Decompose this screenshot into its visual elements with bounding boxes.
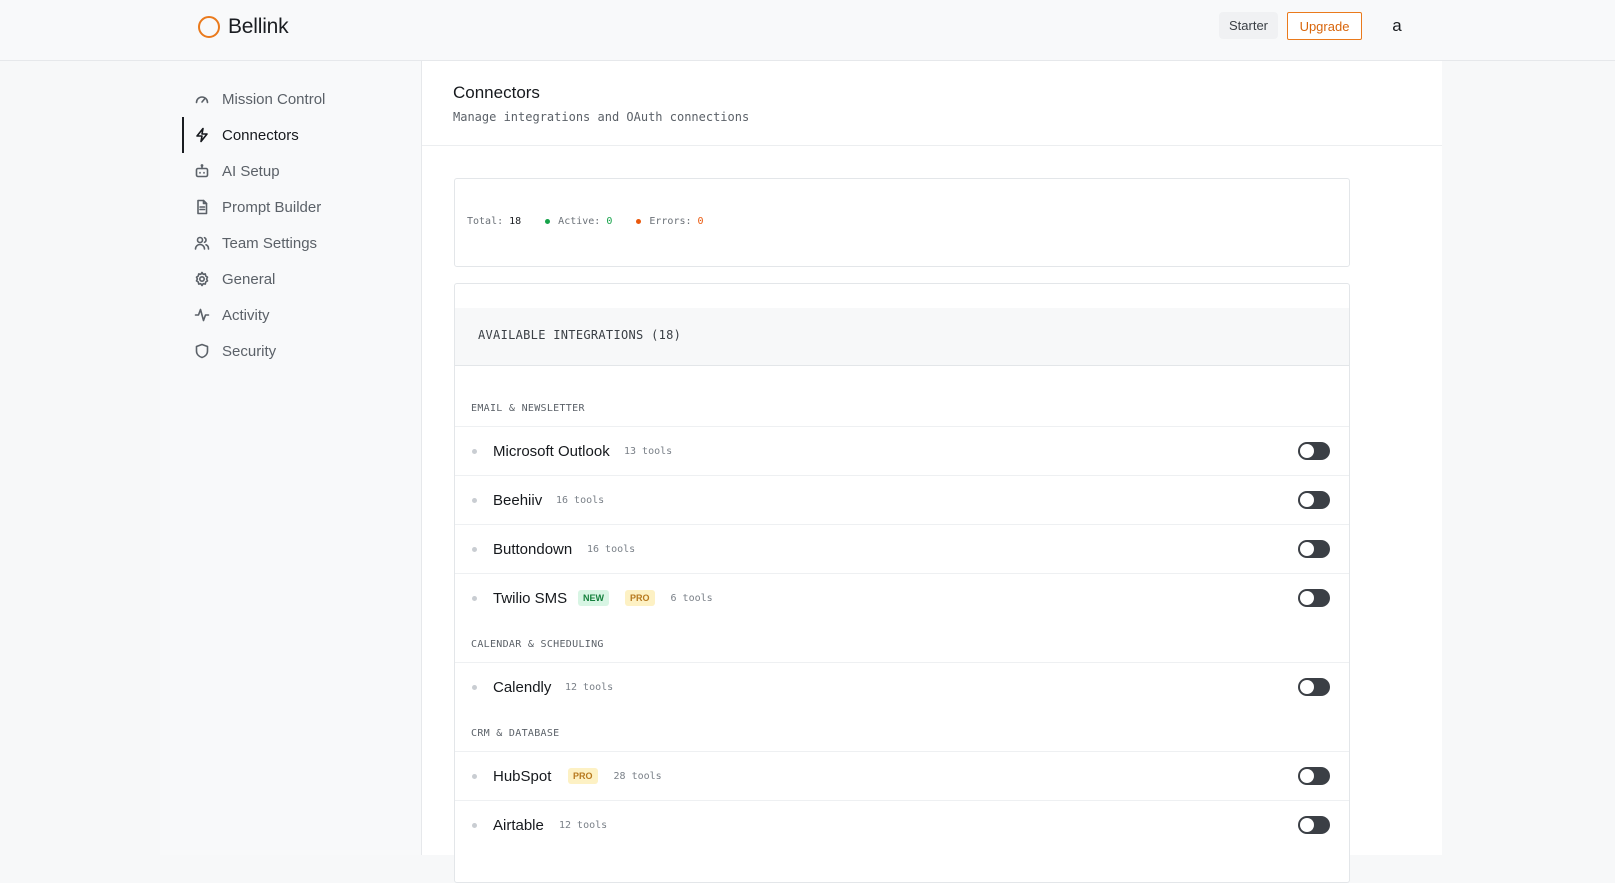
sidebar-item-label: AI Setup [222, 162, 280, 180]
integration-toggle[interactable] [1298, 540, 1330, 558]
brand-name: Bellink [228, 15, 289, 38]
sidebar-item-team-settings[interactable]: Team Settings [182, 225, 412, 261]
errors-value: 0 [697, 216, 704, 227]
status-dot-icon [472, 449, 477, 454]
tools-count: 12 tools [565, 681, 614, 693]
avatar[interactable]: a [1387, 13, 1407, 39]
pro-badge: PRO [625, 590, 655, 606]
integration-meta: PRO 28 tools [568, 768, 662, 784]
group-label-calendar: CALENDAR & SCHEDULING [471, 639, 604, 650]
top-bar: Bellink Starter Upgrade a [0, 0, 1615, 61]
sidebar-item-connectors[interactable]: Connectors [182, 117, 412, 153]
status-dot-icon [472, 685, 477, 690]
activity-icon [194, 307, 210, 323]
new-badge: NEW [578, 590, 609, 606]
integration-name: Beehiiv [493, 491, 543, 509]
brand-logo-icon [198, 16, 220, 38]
brand[interactable]: Bellink [198, 14, 289, 40]
integration-meta: 12 tools [565, 682, 613, 693]
page-title: Connectors [453, 83, 540, 102]
status-dot-icon [472, 774, 477, 779]
integration-meta: 16 tools [556, 495, 604, 506]
tools-count: 16 tools [556, 494, 605, 506]
integration-row-airtable: Airtable 12 tools [455, 800, 1349, 849]
gauge-icon [194, 91, 210, 107]
integration-row-microsoft-outlook: Microsoft Outlook 13 tools [455, 426, 1349, 475]
total-label: Total: [467, 216, 504, 227]
group-label-crm: CRM & DATABASE [471, 728, 560, 739]
pro-badge: PRO [568, 768, 598, 784]
integration-toggle[interactable] [1298, 767, 1330, 785]
page-subtitle: Manage integrations and OAuth connection… [453, 110, 750, 124]
status-dot-icon [472, 596, 477, 601]
integration-toggle[interactable] [1298, 816, 1330, 834]
integration-row-buttondown: Buttondown 16 tools [455, 524, 1349, 573]
integration-toggle[interactable] [1298, 442, 1330, 460]
integration-name: Calendly [493, 678, 552, 696]
sidebar-item-mission-control[interactable]: Mission Control [182, 81, 412, 117]
integration-name: Buttondown [493, 540, 573, 558]
integration-meta: 12 tools [559, 820, 607, 831]
group-label-email: EMAIL & NEWSLETTER [471, 403, 585, 414]
sidebar-item-label: Team Settings [222, 234, 318, 252]
sidebar-item-ai-setup[interactable]: AI Setup [182, 153, 412, 189]
active-status-dot-icon [545, 219, 551, 224]
sidebar-item-label: Prompt Builder [222, 198, 322, 216]
sidebar-nav: Mission Control Connectors AI Setup Prom… [182, 81, 412, 369]
errors-label: Errors: [649, 216, 692, 227]
shield-icon [194, 343, 210, 359]
page-header: Connectors Manage integrations and OAuth… [422, 61, 1442, 146]
sidebar-item-label: Connectors [222, 126, 299, 144]
users-icon [194, 235, 210, 251]
sidebar-item-security[interactable]: Security [182, 333, 412, 369]
plan-badge: Starter [1219, 12, 1279, 39]
integration-row-beehiiv: Beehiiv 16 tools [455, 475, 1349, 524]
integration-meta: 16 tools [587, 544, 635, 555]
lightning-icon [194, 127, 210, 143]
tools-count: 13 tools [624, 445, 673, 457]
integration-toggle[interactable] [1298, 678, 1330, 696]
integration-row-hubspot: HubSpot PRO 28 tools [455, 751, 1349, 800]
tools-count: 12 tools [559, 819, 608, 831]
integrations-title: AVAILABLE INTEGRATIONS (18) [478, 328, 682, 342]
integration-toggle[interactable] [1298, 589, 1330, 607]
error-status-dot-icon [636, 219, 642, 224]
sidebar-item-label: Security [222, 342, 277, 360]
main-content: Connectors Manage integrations and OAuth… [422, 61, 1442, 883]
tools-count: 16 tools [587, 543, 636, 555]
integration-name: HubSpot [493, 767, 552, 785]
integration-toggle[interactable] [1298, 491, 1330, 509]
sidebar-item-label: Activity [222, 306, 270, 324]
integration-meta: NEW PRO 6 tools [578, 590, 713, 606]
sidebar: Mission Control Connectors AI Setup Prom… [160, 61, 422, 855]
stats-card: Total: 18 Active: 0 Errors: 0 [454, 178, 1350, 267]
document-icon [194, 199, 210, 215]
sidebar-item-prompt-builder[interactable]: Prompt Builder [182, 189, 412, 225]
integration-name: Microsoft Outlook [493, 442, 610, 460]
tools-count: 28 tools [613, 770, 662, 782]
status-dot-icon [472, 823, 477, 828]
gear-icon [194, 271, 210, 287]
robot-icon [194, 163, 210, 179]
total-value: 18 [509, 216, 522, 227]
active-label: Active: [558, 216, 601, 227]
sidebar-item-activity[interactable]: Activity [182, 297, 412, 333]
integration-row-calendly: Calendly 12 tools [455, 662, 1349, 711]
integration-row-twilio-sms: Twilio SMS NEW PRO 6 tools [455, 573, 1349, 622]
integration-name: Airtable [493, 816, 544, 834]
tools-count: 6 tools [670, 592, 713, 604]
sidebar-item-label: General [222, 270, 276, 288]
integration-name: Twilio SMS [493, 589, 568, 607]
integrations-header: AVAILABLE INTEGRATIONS (18) [455, 308, 1349, 366]
sidebar-item-label: Mission Control [222, 90, 326, 108]
integrations-list: AVAILABLE INTEGRATIONS (18) EMAIL & NEWS… [454, 283, 1350, 883]
active-value: 0 [606, 216, 613, 227]
upgrade-button[interactable]: Upgrade [1287, 12, 1362, 40]
stats-summary: Total: 18 Active: 0 Errors: 0 [467, 216, 722, 227]
sidebar-item-general[interactable]: General [182, 261, 412, 297]
integration-meta: 13 tools [624, 446, 672, 457]
status-dot-icon [472, 547, 477, 552]
status-dot-icon [472, 498, 477, 503]
